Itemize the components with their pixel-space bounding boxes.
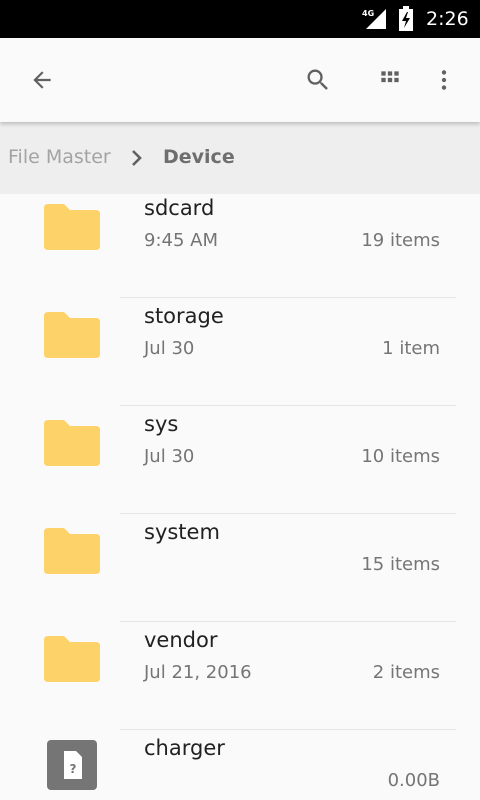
list-item[interactable]: vendor Jul 21, 2016 2 items xyxy=(0,622,480,730)
more-vert-icon xyxy=(441,70,447,90)
file-date: Jul 30 xyxy=(144,338,195,359)
file-name: sys xyxy=(144,412,179,436)
more-options-button[interactable] xyxy=(420,56,468,104)
breadcrumb: File Master Device xyxy=(0,122,480,194)
folder-icon xyxy=(44,312,100,358)
file-count: 15 items xyxy=(361,554,440,575)
file-name: charger xyxy=(144,736,225,760)
back-button[interactable] xyxy=(18,56,66,104)
file-count: 19 items xyxy=(361,230,440,251)
battery-charging-icon xyxy=(398,6,414,36)
breadcrumb-current[interactable]: Device xyxy=(163,146,235,168)
app-bar xyxy=(0,38,480,122)
chevron-right-icon xyxy=(128,148,146,173)
file-name: system xyxy=(144,520,220,544)
network-type-label: 4G xyxy=(362,9,374,18)
list-item[interactable]: ? charger 0.00B xyxy=(0,730,480,800)
cell-signal-icon: 4G xyxy=(362,7,388,35)
file-size: 0.00B xyxy=(387,770,440,791)
grid-view-icon xyxy=(381,71,399,83)
file-name: vendor xyxy=(144,628,218,652)
file-date: 9:45 AM xyxy=(144,230,218,251)
file-name: sdcard xyxy=(144,196,215,220)
file-name: storage xyxy=(144,304,224,328)
search-button[interactable] xyxy=(294,56,342,104)
status-time: 2:26 xyxy=(426,8,469,30)
list-item[interactable]: storage Jul 30 1 item xyxy=(0,298,480,406)
file-list: sdcard 9:45 AM 19 items storage Jul 30 1… xyxy=(0,194,480,800)
status-bar: 4G 2:26 xyxy=(0,0,480,38)
search-icon xyxy=(307,69,328,90)
file-date: Jul 30 xyxy=(144,446,195,467)
list-item[interactable]: sys Jul 30 10 items xyxy=(0,406,480,514)
list-item[interactable]: system 15 items xyxy=(0,514,480,622)
file-count: 2 items xyxy=(372,662,440,683)
svg-text:?: ? xyxy=(70,762,77,776)
arrow-left-icon xyxy=(33,71,51,89)
file-date: Jul 21, 2016 xyxy=(144,662,252,683)
list-item[interactable]: sdcard 9:45 AM 19 items xyxy=(0,194,480,298)
folder-icon xyxy=(44,528,100,574)
folder-icon xyxy=(44,636,100,682)
folder-icon xyxy=(44,204,100,250)
file-count: 1 item xyxy=(382,338,440,359)
unknown-file-icon: ? xyxy=(47,740,97,790)
file-count: 10 items xyxy=(361,446,440,467)
breadcrumb-root[interactable]: File Master xyxy=(8,146,111,168)
grid-view-button[interactable] xyxy=(366,56,414,104)
folder-icon xyxy=(44,420,100,466)
